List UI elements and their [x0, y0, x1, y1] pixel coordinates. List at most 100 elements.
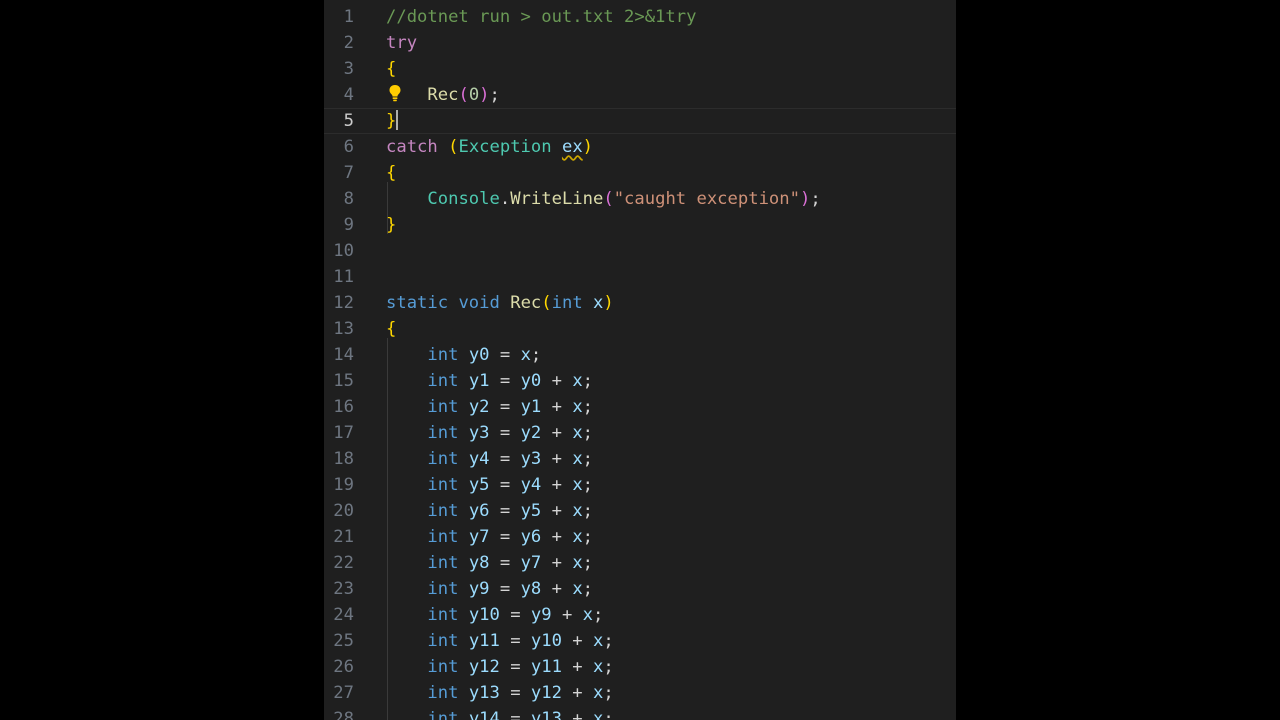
- code-line[interactable]: 27 int y13 = y12 + x;: [324, 680, 956, 706]
- code-token: +: [541, 475, 573, 495]
- code-line[interactable]: 10: [324, 238, 956, 264]
- code-token: x: [593, 657, 604, 677]
- code-token: ): [479, 85, 490, 105]
- code-token: +: [541, 397, 573, 417]
- code-line[interactable]: 22 int y8 = y7 + x;: [324, 550, 956, 576]
- code-text: int y3 = y2 + x;: [386, 420, 593, 446]
- line-number: 17: [333, 423, 354, 443]
- code-token: 0: [468, 85, 480, 105]
- code-token: Exception: [458, 137, 552, 157]
- code-line[interactable]: 13 {: [324, 316, 956, 342]
- code-line[interactable]: 2 try: [324, 30, 956, 56]
- code-line[interactable]: 24 int y10 = y9 + x;: [324, 602, 956, 628]
- code-line[interactable]: 8 Console.WriteLine("caught exception");: [324, 186, 956, 212]
- code-text: try: [386, 30, 417, 56]
- code-line[interactable]: 4 Rec(0);: [324, 82, 956, 108]
- code-line[interactable]: 23 int y9 = y8 + x;: [324, 576, 956, 602]
- code-line[interactable]: 3{: [324, 56, 956, 82]
- code-token: +: [541, 579, 573, 599]
- code-token: "caught exception": [613, 189, 800, 209]
- code-text: int y4 = y3 + x;: [386, 446, 593, 472]
- line-number: 16: [333, 397, 354, 417]
- code-text: int y11 = y10 + x;: [386, 628, 613, 654]
- code-token: int: [427, 683, 459, 703]
- code-line[interactable]: 20 int y6 = y5 + x;: [324, 498, 956, 524]
- line-number: 18: [333, 449, 354, 469]
- code-token: x: [520, 345, 531, 365]
- line-number: 5: [343, 111, 354, 131]
- code-token: =: [489, 527, 521, 547]
- code-line[interactable]: 11: [324, 264, 956, 290]
- code-text: int y6 = y5 + x;: [386, 498, 593, 524]
- code-line[interactable]: 7{: [324, 160, 956, 186]
- code-token: try: [386, 33, 418, 53]
- code-token: ;: [582, 397, 594, 417]
- code-line[interactable]: 12 static void Rec(int x): [324, 290, 956, 316]
- code-line[interactable]: 15 int y1 = y0 + x;: [324, 368, 956, 394]
- code-text: int y2 = y1 + x;: [386, 394, 593, 420]
- code-line[interactable]: 26 int y12 = y11 + x;: [324, 654, 956, 680]
- code-token: x: [593, 709, 604, 720]
- code-text: catch (Exception ex): [386, 134, 593, 160]
- code-token: ): [799, 189, 811, 209]
- code-token: +: [541, 449, 573, 469]
- code-token: y12: [468, 657, 500, 677]
- code-token: int: [427, 605, 459, 625]
- code-line[interactable]: 16 int y2 = y1 + x;: [324, 394, 956, 420]
- code-token: y4: [468, 449, 490, 469]
- code-line[interactable]: 6 catch (Exception ex): [324, 134, 956, 160]
- code-line[interactable]: 14 int y0 = x;: [324, 342, 956, 368]
- line-number: 12: [333, 293, 354, 313]
- line-number: 22: [333, 553, 354, 573]
- code-token: x: [572, 501, 583, 521]
- code-line[interactable]: 19 int y5 = y4 + x;: [324, 472, 956, 498]
- code-text: Rec(0);: [386, 82, 499, 108]
- code-token: ;: [530, 345, 542, 365]
- line-number: 8: [343, 189, 354, 209]
- code-editor[interactable]: 1//dotnet run > out.txt 2>&1try 2 try 3{4 R…: [324, 0, 956, 720]
- code-token: =: [499, 683, 531, 703]
- line-number: 9: [343, 215, 354, 235]
- code-token: ;: [582, 423, 594, 443]
- code-line[interactable]: 17 int y3 = y2 + x;: [324, 420, 956, 446]
- code-token: y11: [468, 631, 500, 651]
- code-line[interactable]: 18 int y4 = y3 + x;: [324, 446, 956, 472]
- code-token: int: [427, 709, 459, 720]
- code-token: ;: [582, 475, 594, 495]
- code-token: +: [541, 527, 573, 547]
- code-token: ex: [561, 137, 583, 157]
- code-text: int y10 = y9 + x;: [386, 602, 603, 628]
- line-number: 27: [333, 683, 354, 703]
- code-token: int: [427, 501, 459, 521]
- code-token: y8: [520, 579, 542, 599]
- code-token: =: [489, 397, 521, 417]
- code-line[interactable]: 1 //dotnet run > out.txt 2>&1try: [324, 4, 956, 30]
- code-token: y13: [468, 683, 500, 703]
- line-number: 11: [333, 267, 354, 287]
- code-line[interactable]: 21 int y7 = y6 + x;: [324, 524, 956, 550]
- code-token: {: [386, 163, 397, 183]
- code-token: +: [541, 423, 573, 443]
- video-frame: 1//dotnet run > out.txt 2>&1try 2 try 3{4 R…: [0, 0, 1280, 720]
- code-line[interactable]: 25 int y11 = y10 + x;: [324, 628, 956, 654]
- code-token: }: [386, 111, 397, 131]
- code-line[interactable]: 9}: [324, 212, 956, 238]
- code-token: x: [572, 423, 583, 443]
- code-token: =: [489, 553, 521, 573]
- code-line[interactable]: 28 int y14 = y13 + x;: [324, 706, 956, 720]
- line-number: 19: [333, 475, 354, 495]
- code-token: ;: [582, 501, 594, 521]
- code-text: Console.WriteLine("caught exception");: [386, 186, 820, 212]
- code-line[interactable]: 5}: [324, 108, 956, 134]
- code-token: int: [427, 371, 459, 391]
- code-token: Console: [427, 189, 500, 209]
- code-token: ;: [582, 579, 594, 599]
